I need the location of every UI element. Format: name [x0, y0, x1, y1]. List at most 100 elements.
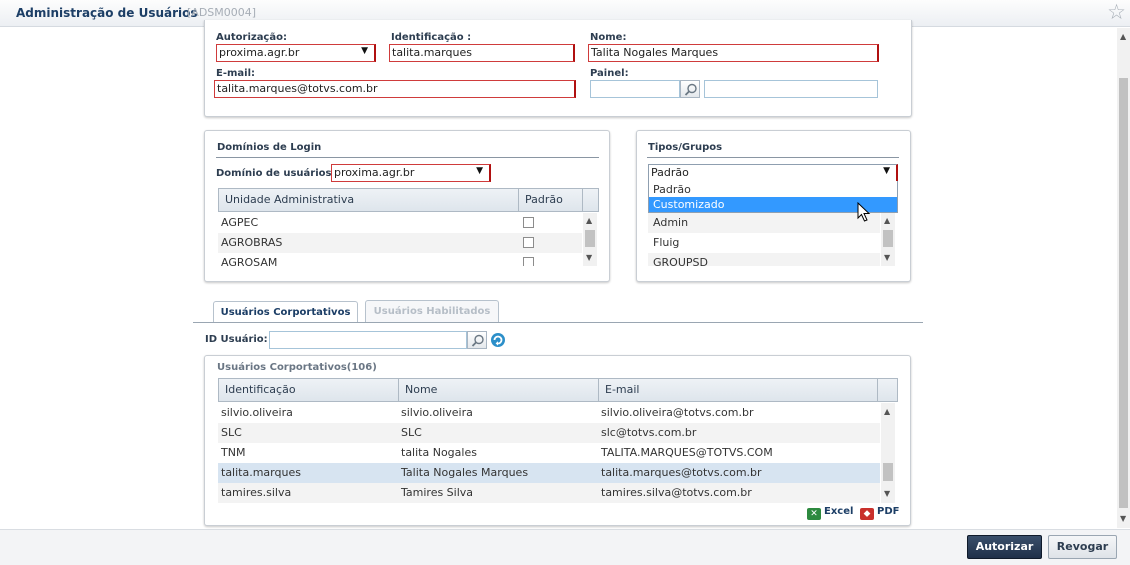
tab-usuarios-corporativos[interactable]: Usuários Corportativos: [213, 301, 358, 323]
tab-usuarios-habilitados[interactable]: Usuários Habilitados: [365, 300, 499, 322]
unidades-grid-header: Unidade Administrativa Padrão: [218, 188, 599, 212]
excel-icon: ✕: [807, 508, 821, 520]
dominios-divider: [216, 157, 599, 158]
unidades-scrollbar[interactable]: ▲ ▼: [583, 213, 597, 266]
padrao-checkbox[interactable]: [523, 237, 534, 248]
table-row[interactable]: AGROBRAS: [218, 233, 582, 253]
table-row[interactable]: GROUPSD: [648, 253, 880, 266]
dominios-title: Domínios de Login: [217, 142, 322, 153]
email-input[interactable]: talita.marques@totvs.com.br: [214, 80, 576, 98]
table-row-selected[interactable]: talita.marques Talita Nogales Marques ta…: [218, 463, 880, 483]
scroll-thumb[interactable]: [585, 230, 595, 247]
nome-label: Nome:: [590, 32, 627, 43]
window-title: Administração de Usuários: [16, 6, 198, 20]
usuarios-grid-header: Identificação Nome E-mail: [218, 378, 898, 402]
tabs-divider: [193, 322, 923, 323]
chevron-down-icon: ▼: [361, 46, 368, 56]
groups-scrollbar[interactable]: ▲ ▼: [881, 213, 895, 266]
scroll-thumb[interactable]: [883, 230, 893, 247]
table-row[interactable]: silvio.oliveira silvio.oliveira silvio.o…: [218, 403, 880, 423]
table-row[interactable]: Admin: [648, 213, 880, 233]
user-email-cell: silvio.oliveira@totvs.com.br: [601, 406, 754, 419]
scroll-up-icon[interactable]: ▲: [884, 216, 890, 225]
page-scrollbar[interactable]: ▲ ▼: [1117, 28, 1130, 528]
painel-label: Painel:: [590, 68, 629, 79]
chevron-down-icon: ▼: [883, 166, 890, 176]
table-row[interactable]: Fluig: [648, 233, 880, 253]
user-email-cell: TALITA.MARQUES@TOTVS.COM: [601, 446, 773, 459]
footer-bar: Autorizar Revogar: [0, 529, 1130, 565]
nome-input[interactable]: Talita Nogales Marques: [588, 44, 879, 62]
scroll-down-icon[interactable]: ▼: [586, 253, 592, 262]
user-nome-cell: talita Nogales: [401, 446, 477, 459]
painel-description: [704, 80, 878, 98]
pdf-label: PDF: [877, 506, 900, 517]
tipos-option-padrao[interactable]: Padrão: [649, 182, 897, 197]
chevron-down-icon: ▼: [476, 166, 483, 176]
mouse-cursor-icon: [857, 202, 871, 222]
painel-input[interactable]: [590, 80, 680, 98]
window-code: [ADSM0004]: [187, 6, 257, 19]
excel-label: Excel: [824, 506, 854, 517]
id-usuario-search-button[interactable]: [467, 331, 487, 349]
padrao-checkbox[interactable]: [523, 257, 534, 266]
autorizacao-value: proxima.agr.br: [219, 46, 300, 59]
user-nome-cell: silvio.oliveira: [401, 406, 473, 419]
scroll-down-icon[interactable]: ▼: [884, 489, 890, 498]
scroll-up-icon[interactable]: ▲: [586, 216, 592, 225]
group-cell: Fluig: [653, 236, 680, 249]
magnifier-icon: [471, 334, 484, 347]
scroll-down-icon[interactable]: ▼: [884, 253, 890, 262]
user-id-cell: SLC: [221, 426, 242, 439]
export-pdf-button[interactable]: ⬥ PDF: [860, 506, 899, 520]
column-padrao[interactable]: Padrão: [519, 189, 583, 211]
autorizar-button[interactable]: Autorizar: [967, 535, 1042, 559]
user-email-cell: talita.marques@totvs.com.br: [601, 466, 762, 479]
user-id-cell: TNM: [221, 446, 246, 459]
table-row[interactable]: TNM talita Nogales TALITA.MARQUES@TOTVS.…: [218, 443, 880, 463]
autorizacao-label: Autorização:: [216, 32, 287, 43]
column-unidade[interactable]: Unidade Administrativa: [219, 189, 519, 211]
scroll-up-icon[interactable]: ▲: [1120, 32, 1126, 41]
autorizacao-select[interactable]: proxima.agr.br ▼: [216, 44, 376, 62]
dominio-select[interactable]: proxima.agr.br ▼: [331, 164, 491, 182]
scroll-thumb[interactable]: [883, 463, 893, 481]
column-nome[interactable]: Nome: [399, 379, 599, 401]
group-cell: GROUPSD: [653, 256, 708, 266]
table-row[interactable]: AGPEC: [218, 213, 582, 233]
user-nome-cell: Tamires Silva: [401, 486, 474, 499]
user-email-cell: slc@totvs.com.br: [601, 426, 697, 439]
padrao-checkbox[interactable]: [523, 217, 534, 228]
column-email[interactable]: E-mail: [599, 379, 878, 401]
dominio-value: proxima.agr.br: [334, 166, 415, 179]
favorite-star-icon[interactable]: ☆: [1107, 1, 1126, 23]
tipos-divider: [647, 157, 899, 158]
nome-value: Talita Nogales Marques: [591, 46, 719, 59]
usuarios-scrollbar[interactable]: ▲ ▼: [881, 403, 895, 503]
refresh-icon[interactable]: [490, 332, 506, 348]
email-label: E-mail:: [216, 68, 256, 79]
table-row[interactable]: tamires.silva Tamires Silva tamires.silv…: [218, 483, 880, 503]
user-id-cell: silvio.oliveira: [221, 406, 293, 419]
email-value: talita.marques@totvs.com.br: [217, 82, 378, 95]
table-row[interactable]: SLC SLC slc@totvs.com.br: [218, 423, 880, 443]
scroll-up-icon[interactable]: ▲: [884, 407, 890, 416]
scroll-thumb[interactable]: [1119, 78, 1128, 508]
user-id-cell: talita.marques: [221, 466, 301, 479]
export-excel-button[interactable]: ✕ Excel: [807, 506, 853, 520]
unidade-cell: AGROBRAS: [221, 236, 283, 249]
dominio-label: Domínio de usuários:: [216, 168, 336, 179]
tipos-select[interactable]: Padrão ▼: [648, 164, 898, 182]
unidade-cell: AGROSAM: [221, 256, 278, 266]
painel-search-button[interactable]: [680, 80, 700, 98]
revogar-button[interactable]: Revogar: [1048, 535, 1117, 559]
user-id-cell: tamires.silva: [221, 486, 292, 499]
tipos-title: Tipos/Grupos: [648, 142, 723, 153]
scroll-down-icon[interactable]: ▼: [1120, 514, 1126, 523]
table-row[interactable]: AGROSAM: [218, 253, 582, 266]
id-usuario-input[interactable]: [269, 331, 467, 349]
user-form-panel: [204, 20, 912, 117]
identificacao-input[interactable]: talita.marques: [389, 44, 575, 62]
id-usuario-label: ID Usuário:: [205, 334, 268, 345]
column-identificacao[interactable]: Identificação: [219, 379, 399, 401]
